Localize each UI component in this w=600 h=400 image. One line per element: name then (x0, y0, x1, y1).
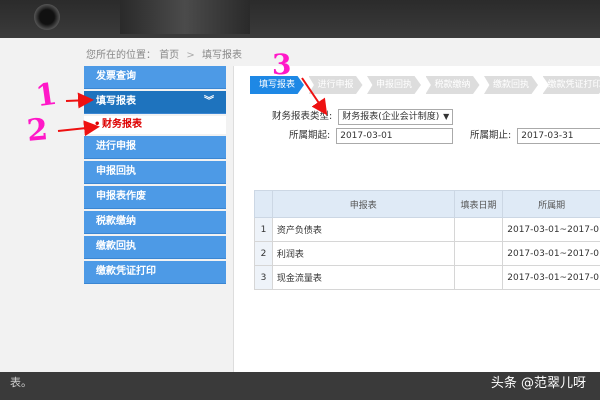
step-payment-receipt[interactable]: 缴款回执 (484, 76, 538, 94)
fill-date-cell (453, 217, 504, 242)
sidebar-item-fill-report[interactable]: 填写报表 ︾ (84, 91, 226, 114)
banner-decoration (120, 0, 250, 34)
step-bar: 填写报表 进行申报 申报回执 税款缴纳 缴款回执 缴款凭证打印 (250, 76, 600, 94)
step-declare[interactable]: 进行申报 (308, 76, 363, 94)
row-number: 2 (254, 241, 273, 266)
breadcrumb-separator: > (186, 50, 195, 61)
report-type-row: 财务报表类型: 财务报表(企业会计制度) ▼ (272, 108, 454, 125)
table-row[interactable]: 2 利润表 2017-03-01~2017-0 (254, 241, 600, 266)
annotation-number-2: 2 (25, 112, 50, 149)
period-cell: 2017-03-01~2017-0 (502, 265, 600, 290)
sidebar-item-label: 申报表作废 (96, 191, 146, 202)
period-end-label: 所属期止: (470, 130, 512, 141)
step-print-voucher[interactable]: 缴款凭证打印 (542, 76, 600, 94)
sidebar-item-void-declaration[interactable]: 申报表作废 (84, 186, 226, 209)
breadcrumb-home-link[interactable]: 首页 (159, 50, 179, 61)
breadcrumb-current: 填写报表 (201, 50, 242, 61)
report-name-cell[interactable]: 资产负债表 (271, 217, 455, 242)
sidebar-item-label: 税款缴纳 (96, 216, 136, 227)
table-header-row: 申报表 填表日期 所属期 (254, 190, 600, 218)
watermark: 头条 @范翠儿呀 (490, 376, 586, 391)
report-type-label: 财务报表类型: (272, 111, 333, 122)
period-start-label: 所属期起: (289, 130, 331, 141)
top-photo-strip (0, 0, 600, 38)
breadcrumb-prefix: 您所在的位置： (86, 50, 156, 61)
sidebar-item-print-voucher[interactable]: 缴款凭证打印 (84, 261, 226, 284)
fill-date-cell (453, 241, 504, 266)
row-number: 3 (254, 265, 273, 290)
sidebar-item-invoice-query[interactable]: 发票查询 (84, 66, 226, 89)
sidebar: 发票查询 填写报表 ︾ • 财务报表 进行申报 申报回执 申报表作废 税款缴纳 … (84, 66, 226, 286)
report-name-cell[interactable]: 利润表 (271, 241, 455, 266)
table-header-index (254, 190, 273, 218)
sidebar-subitem-label: 财务报表 (102, 119, 142, 130)
table-header-period: 所属期 (502, 190, 600, 218)
row-number: 1 (254, 217, 273, 242)
content-panel: 填写报表 进行申报 申报回执 税款缴纳 缴款回执 缴款凭证打印 财务报表类型: … (233, 66, 600, 372)
table-row[interactable]: 1 资产负债表 2017-03-01~2017-0 (254, 217, 600, 242)
period-end-input[interactable]: 2017-03-31 (517, 127, 600, 144)
sidebar-item-label: 进行申报 (96, 141, 136, 152)
period-cell: 2017-03-01~2017-0 (502, 217, 600, 242)
period-cell: 2017-03-01~2017-0 (502, 241, 600, 266)
sidebar-item-declare-receipt[interactable]: 申报回执 (84, 161, 226, 184)
report-type-value: 财务报表(企业会计制度) (342, 111, 440, 122)
sidebar-item-label: 缴款回执 (96, 241, 136, 252)
period-end-row: 所属期止: 2017-03-31 (470, 127, 600, 144)
sidebar-item-label: 申报回执 (96, 166, 136, 177)
dropdown-caret-icon: ▼ (443, 111, 450, 121)
caption-text: 表。 (10, 376, 32, 389)
sidebar-subitem-financial-report[interactable]: • 财务报表 (84, 116, 226, 134)
annotation-number-3: 3 (272, 48, 292, 81)
sidebar-item-declare[interactable]: 进行申报 (84, 136, 226, 159)
period-start-input[interactable]: 2017-03-01 (336, 127, 454, 144)
sidebar-item-label: 填写报表 (96, 96, 136, 107)
bullet-icon: • (94, 119, 101, 130)
breadcrumb: 您所在的位置： 首页 > 填写报表 (86, 46, 242, 61)
sidebar-item-label: 发票查询 (96, 71, 136, 82)
main-page: 您所在的位置： 首页 > 填写报表 发票查询 填写报表 ︾ • 财务报表 进行申… (0, 38, 600, 372)
period-start-row: 所属期起: 2017-03-01 (289, 127, 454, 144)
report-type-select[interactable]: 财务报表(企业会计制度) ▼ (338, 108, 454, 125)
report-name-cell[interactable]: 现金流量表 (271, 265, 455, 290)
chevron-down-icon: ︾ (204, 96, 214, 107)
webcam-decoration (34, 4, 60, 30)
table-header-date: 填表日期 (453, 190, 504, 218)
fill-date-cell (453, 265, 504, 290)
step-declare-receipt[interactable]: 申报回执 (367, 76, 421, 94)
table-header-report: 申报表 (271, 190, 455, 218)
sidebar-item-payment-receipt[interactable]: 缴款回执 (84, 236, 226, 259)
sidebar-item-label: 缴款凭证打印 (96, 266, 156, 277)
sidebar-item-tax-payment[interactable]: 税款缴纳 (84, 211, 226, 234)
step-tax-payment[interactable]: 税款缴纳 (425, 76, 480, 94)
report-table: 申报表 填表日期 所属期 1 资产负债表 2017-03-01~2017-0 2… (254, 190, 600, 290)
table-row[interactable]: 3 现金流量表 2017-03-01~2017-0 (254, 265, 600, 290)
